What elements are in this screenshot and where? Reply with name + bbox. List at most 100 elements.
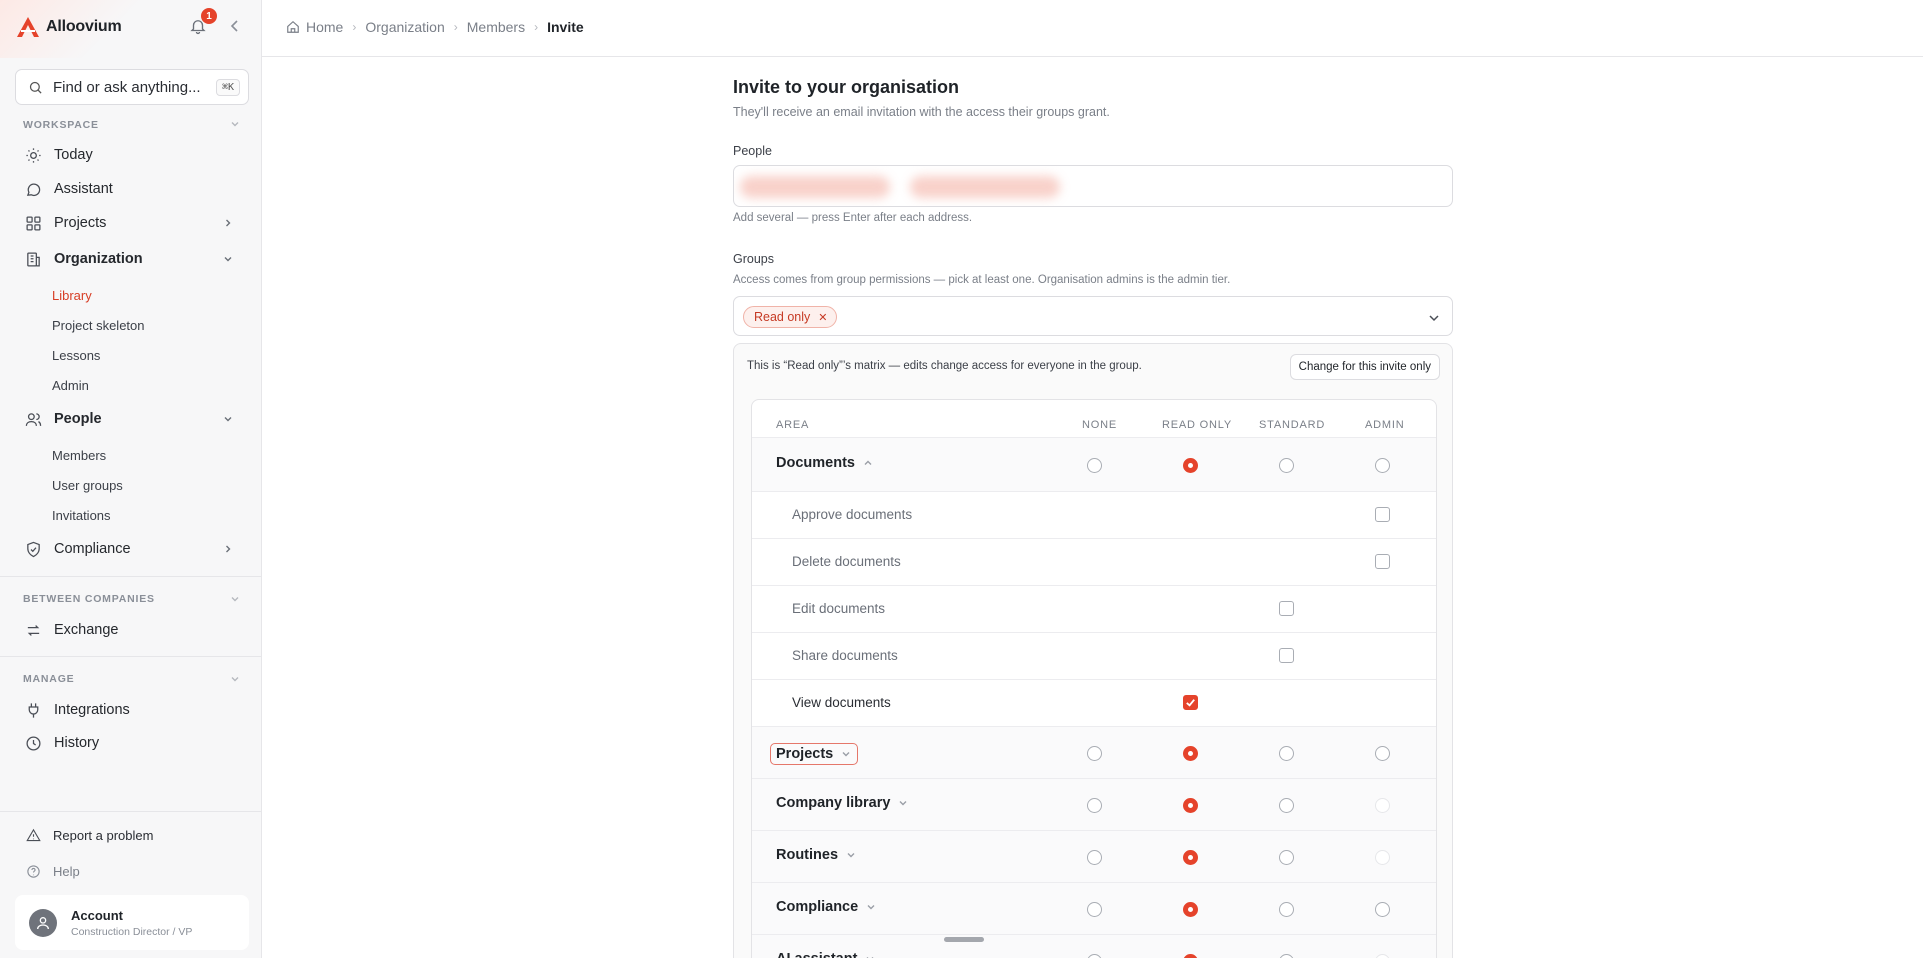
matrix-area-row: AI assistant [752,934,1436,958]
breadcrumb-organization[interactable]: Organization [365,19,444,35]
permission-row: Delete documents [752,538,1436,585]
groups-select[interactable]: Read only ✕ [733,296,1453,336]
sidebar-item-label: Assistant [54,181,113,197]
radio-standard[interactable] [1279,798,1294,813]
area-toggle[interactable]: Documents [776,455,873,471]
sidebar-item-projects[interactable]: Projects [15,207,247,239]
sidebar-subitem-library[interactable]: Library [52,288,92,303]
permission-row: Approve documents [752,491,1436,538]
section-manage: MANAGE [23,673,75,685]
radio-admin[interactable] [1375,458,1390,473]
sidebar-item-integrations[interactable]: Integrations [15,694,247,726]
sidebar-subitem-invitations[interactable]: Invitations [52,508,111,523]
search-input[interactable]: Find or ask anything... ⌘K [15,69,249,105]
help-link[interactable]: Help [26,864,80,879]
page-title: Invite to your organisation [733,77,960,97]
radio-none[interactable] [1087,458,1102,473]
radio-standard[interactable] [1279,458,1294,473]
sidebar-item-label: Integrations [54,702,130,718]
radio-standard[interactable] [1279,954,1294,958]
report-problem-label: Report a problem [53,828,154,843]
area-label: Routines [776,847,839,863]
radio-none[interactable] [1087,902,1102,917]
chevron-down-icon[interactable] [230,594,240,604]
permission-checkbox[interactable] [1183,695,1198,710]
sidebar-item-people[interactable]: People [15,403,247,435]
radio-admin[interactable] [1375,850,1390,865]
plug-icon [28,702,39,718]
radio-read-only[interactable] [1183,458,1198,473]
area-label: AI assistant [776,951,857,958]
chevron-down-icon [842,752,850,757]
brand-name: Alloovium [46,18,122,35]
group-chip-label: Read only [754,310,811,324]
area-toggle[interactable]: Routines [776,847,856,863]
radio-none[interactable] [1087,954,1102,958]
radio-read-only[interactable] [1183,902,1198,917]
radio-none[interactable] [1087,798,1102,813]
close-icon[interactable]: ✕ [818,311,827,324]
breadcrumb-members[interactable]: Members [467,19,525,35]
sidebar-subitem-user-groups[interactable]: User groups [52,478,123,493]
chevron-right-icon [226,219,231,227]
permission-label: Delete documents [792,554,901,569]
sidebar-item-organization[interactable]: Organization [15,243,247,275]
sidebar-subitem-lessons[interactable]: Lessons [52,348,100,363]
sidebar-subitem-admin[interactable]: Admin [52,378,89,393]
report-problem-link[interactable]: Report a problem [26,828,153,843]
sidebar-subitem-members[interactable]: Members [52,448,106,463]
help-label: Help [53,864,80,879]
radio-admin[interactable] [1375,902,1390,917]
matrix-area-row: Projects [752,726,1436,778]
chevron-down-icon [899,801,907,806]
column-header-standard: STANDARD [1259,419,1326,431]
collapse-sidebar-icon[interactable] [228,19,242,33]
sidebar-item-assistant[interactable]: Assistant [15,173,247,205]
chevron-right-icon: › [352,20,357,34]
radio-read-only[interactable] [1183,850,1198,865]
radio-standard[interactable] [1279,902,1294,917]
radio-none[interactable] [1087,746,1102,761]
radio-read-only[interactable] [1183,954,1198,958]
change-for-invite-button[interactable]: Change for this invite only [1289,354,1440,380]
breadcrumb-home[interactable]: Home [306,19,343,35]
area-toggle[interactable]: AI assistant [776,951,875,958]
account-role: Construction Director / VP [71,925,193,938]
area-toggle[interactable]: Company library [776,795,908,811]
group-chip-read-only[interactable]: Read only ✕ [743,306,837,328]
area-toggle[interactable]: Compliance [776,899,876,915]
section-between-companies: BETWEEN COMPANIES [23,593,155,605]
sidebar-item-compliance[interactable]: Compliance [15,533,247,565]
radio-read-only[interactable] [1183,798,1198,813]
sidebar-item-today[interactable]: Today [15,139,247,171]
chevron-down-icon[interactable] [230,674,240,684]
people-email-input[interactable] [733,165,1453,207]
sidebar-item-label: Today [54,147,93,163]
chevron-down-icon[interactable] [1428,312,1440,324]
area-label: Documents [776,455,855,471]
area-toggle[interactable]: Projects [770,743,859,765]
matrix-area-row: Routines [752,830,1436,882]
sidebar-item-history[interactable]: History [15,727,247,759]
permission-checkbox[interactable] [1375,554,1390,569]
users-icon [25,412,42,426]
permission-checkbox[interactable] [1279,601,1294,616]
radio-admin[interactable] [1375,746,1390,761]
radio-none[interactable] [1087,850,1102,865]
radio-standard[interactable] [1279,746,1294,761]
radio-admin[interactable] [1375,954,1390,958]
radio-read-only[interactable] [1183,746,1198,761]
radio-standard[interactable] [1279,850,1294,865]
radio-admin[interactable] [1375,798,1390,813]
brand[interactable]: Alloovium [16,16,122,38]
section-workspace: WORKSPACE [23,119,99,131]
permission-checkbox[interactable] [1375,507,1390,522]
sidebar-subitem-project-skeleton[interactable]: Project skeleton [52,318,145,333]
permission-checkbox[interactable] [1279,648,1294,663]
sidebar-item-exchange[interactable]: Exchange [15,614,247,646]
scroll-indicator[interactable] [944,937,984,942]
permission-matrix: AREA NONE READ ONLY STANDARD ADMIN Docum… [751,399,1437,958]
chevron-down-icon[interactable] [230,119,240,129]
account-card[interactable]: Account Construction Director / VP [15,895,249,950]
sidebar-item-label: Projects [54,215,107,231]
